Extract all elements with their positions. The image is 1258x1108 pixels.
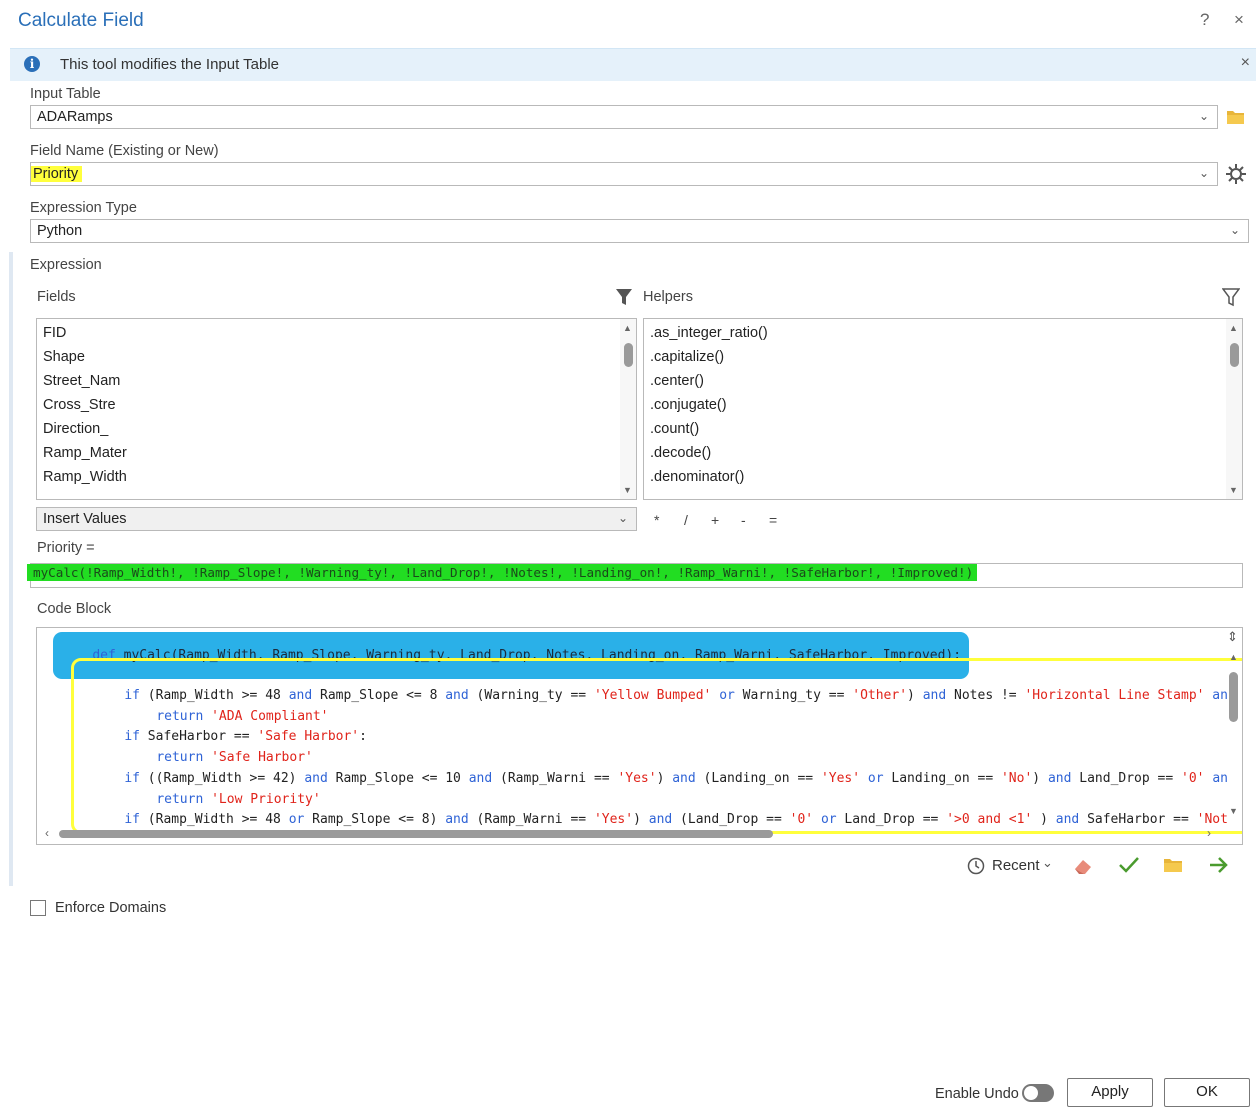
close-button[interactable]: ×: [1234, 10, 1244, 30]
chevron-down-icon: ⌄: [617, 511, 628, 525]
list-item[interactable]: Shape: [43, 349, 85, 365]
list-item[interactable]: Ramp_Mater: [43, 445, 127, 461]
expression-type-label: Expression Type: [30, 200, 137, 216]
expression-value: myCalc(!Ramp_Width!, !Ramp_Slope!, !Warn…: [27, 564, 978, 581]
chevron-up-icon[interactable]: ▲: [1229, 652, 1238, 662]
enable-undo-toggle[interactable]: [1022, 1084, 1054, 1102]
chevron-down-icon: ⌄: [1198, 109, 1209, 123]
code-block-editor[interactable]: def myCalc(Ramp_Width, Ramp_Slope, Warni…: [36, 627, 1243, 845]
folder-icon[interactable]: [1226, 108, 1246, 126]
chevron-down-icon[interactable]: ▼: [623, 485, 632, 495]
list-item[interactable]: .as_integer_ratio(): [650, 325, 768, 341]
help-button[interactable]: ?: [1200, 10, 1209, 30]
enforce-domains-checkbox[interactable]: [30, 900, 46, 916]
chevron-down-icon: ⌄: [1229, 223, 1240, 237]
insert-values-select[interactable]: Insert Values ⌄: [36, 507, 637, 531]
chevron-left-icon[interactable]: ‹: [45, 826, 49, 840]
info-close-button[interactable]: ×: [1241, 54, 1250, 72]
fields-label: Fields: [37, 289, 76, 305]
list-item[interactable]: Street_Nam: [43, 373, 120, 389]
operator-minus[interactable]: -: [741, 512, 746, 528]
gear-icon[interactable]: [1225, 163, 1247, 185]
info-text: This tool modifies the Input Table: [60, 56, 280, 73]
code-block-label: Code Block: [37, 601, 112, 617]
arrow-right-icon[interactable]: [1208, 855, 1230, 875]
scroll-thumb[interactable]: [59, 830, 773, 838]
operator-equals[interactable]: =: [769, 512, 777, 528]
input-table-label: Input Table: [30, 86, 101, 102]
scroll-thumb[interactable]: [624, 343, 633, 367]
expression-label: Expression: [30, 257, 102, 273]
history-icon: [967, 857, 985, 875]
list-item[interactable]: Cross_Stre: [43, 397, 116, 413]
field-name-select[interactable]: Priority ⌄: [30, 162, 1218, 186]
list-item[interactable]: .center(): [650, 373, 704, 389]
chevron-down-icon: ⌄: [1198, 166, 1209, 180]
ok-button[interactable]: OK: [1164, 1078, 1250, 1107]
code-vertical-scrollbar[interactable]: ⇕ ▲ ▼: [1224, 628, 1242, 828]
insert-values-label: Insert Values: [43, 511, 127, 527]
helpers-label: Helpers: [643, 289, 693, 305]
list-item[interactable]: .denominator(): [650, 469, 744, 485]
filter-icon[interactable]: [1222, 287, 1240, 307]
code-horizontal-scrollbar[interactable]: ‹ ›: [37, 826, 1223, 842]
field-name-value: Priority: [31, 166, 83, 182]
fields-list[interactable]: FID Shape Street_Nam Cross_Stre Directio…: [36, 318, 637, 500]
helpers-scrollbar[interactable]: ▲ ▼: [1226, 319, 1242, 499]
operator-plus[interactable]: +: [711, 512, 719, 528]
expression-type-value: Python: [37, 223, 83, 239]
chevron-up-icon[interactable]: ▲: [623, 323, 632, 333]
enforce-domains-label: Enforce Domains: [55, 900, 167, 916]
operator-multiply[interactable]: *: [654, 512, 659, 528]
list-item[interactable]: FID: [43, 325, 66, 341]
chevron-down-icon[interactable]: ▼: [1229, 485, 1238, 495]
list-item[interactable]: .decode(): [650, 445, 711, 461]
list-item[interactable]: Ramp_Width: [43, 469, 127, 485]
helpers-list[interactable]: .as_integer_ratio() .capitalize() .cente…: [643, 318, 1243, 500]
window-title: Calculate Field: [18, 10, 144, 31]
scroll-thumb[interactable]: [1229, 672, 1238, 722]
filter-icon[interactable]: [615, 287, 633, 307]
chevron-down-icon: ⌄: [1042, 855, 1053, 870]
list-item[interactable]: Direction_: [43, 421, 108, 437]
expand-icon[interactable]: ⇕: [1227, 629, 1238, 645]
toggle-knob: [1024, 1086, 1038, 1100]
eraser-icon[interactable]: [1072, 856, 1094, 876]
input-table-select[interactable]: ADARamps ⌄: [30, 105, 1218, 129]
chevron-down-icon[interactable]: ▼: [1229, 806, 1238, 816]
section-indicator: [9, 252, 13, 886]
field-name-label: Field Name (Existing or New): [30, 143, 219, 159]
expression-input[interactable]: myCalc(!Ramp_Width!, !Ramp_Slope!, !Warn…: [27, 563, 1243, 588]
info-bar: i This tool modifies the Input Table ×: [10, 48, 1256, 81]
enable-undo-label: Enable Undo: [935, 1086, 1019, 1102]
chevron-right-icon[interactable]: ›: [1207, 826, 1211, 840]
apply-button[interactable]: Apply: [1067, 1078, 1153, 1107]
folder-icon[interactable]: [1163, 856, 1185, 874]
checkmark-icon[interactable]: [1118, 855, 1140, 875]
scroll-thumb[interactable]: [1230, 343, 1239, 367]
recent-label: Recent: [992, 857, 1040, 874]
list-item[interactable]: .conjugate(): [650, 397, 727, 413]
expression-type-select[interactable]: Python ⌄: [30, 219, 1249, 243]
operator-divide[interactable]: /: [684, 512, 688, 528]
list-item[interactable]: .count(): [650, 421, 699, 437]
fields-scrollbar[interactable]: ▲ ▼: [620, 319, 636, 499]
priority-label: Priority =: [37, 540, 95, 556]
info-icon: i: [24, 56, 40, 72]
input-table-value: ADARamps: [37, 109, 113, 125]
chevron-up-icon[interactable]: ▲: [1229, 323, 1238, 333]
list-item[interactable]: .capitalize(): [650, 349, 724, 365]
